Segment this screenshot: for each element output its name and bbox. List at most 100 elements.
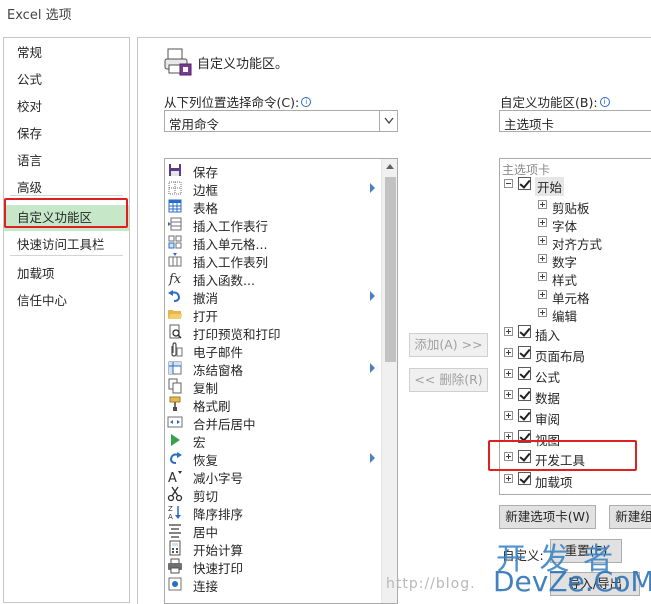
new-group-button[interactable]: 新建组 (609, 505, 651, 529)
tree-item-label: 加载项 (535, 475, 573, 490)
nav-separator (10, 255, 123, 256)
customize-ribbon-label: 自定义功能区(B): i (500, 92, 610, 111)
command-item[interactable]: 恢复 (165, 449, 380, 468)
svg-text:A: A (168, 471, 177, 484)
customize-ribbon-combo[interactable]: 主选项卡 (499, 110, 651, 132)
command-label: 合并后居中 (193, 417, 256, 432)
ribbon-tab-item[interactable]: 页面布局 (504, 345, 651, 364)
function-icon: fx (167, 270, 183, 287)
ribbon-tab-item[interactable]: 加载项 (504, 471, 651, 490)
checkbox-checked-icon[interactable] (518, 472, 531, 485)
ribbon-group-item[interactable]: 数字 (538, 251, 651, 270)
command-item[interactable]: A 减小字号 (165, 467, 380, 486)
commands-scrollbar[interactable] (381, 159, 397, 603)
expand-icon[interactable] (538, 272, 547, 281)
nav-item-1[interactable]: 公式 (4, 67, 129, 93)
expand-icon[interactable] (538, 218, 547, 227)
command-item[interactable]: 边框 (165, 179, 380, 198)
submenu-arrow-icon (370, 183, 375, 193)
expand-icon[interactable] (504, 390, 513, 399)
nav-item-3[interactable]: 保存 (4, 121, 129, 147)
format-painter-icon (167, 396, 183, 412)
decrease-font-icon: A (167, 468, 183, 486)
window-title: Excel 选项 (7, 8, 72, 23)
ribbon-tab-item[interactable]: 开始 (504, 176, 651, 196)
checkbox-checked-icon[interactable] (518, 409, 531, 422)
command-item[interactable]: 居中 (165, 521, 380, 540)
remove-button[interactable]: << 删除(R) (409, 368, 488, 392)
tree-item-label: 公式 (535, 370, 561, 385)
checkbox-checked-icon[interactable] (518, 325, 531, 338)
command-item[interactable]: 插入单元格... (165, 233, 380, 252)
collapse-icon[interactable] (504, 179, 513, 188)
expand-icon[interactable] (538, 236, 547, 245)
submenu-arrow-icon (370, 291, 375, 301)
checkbox-checked-icon[interactable] (518, 177, 531, 190)
expand-icon[interactable] (538, 290, 547, 299)
expand-icon[interactable] (504, 369, 513, 378)
expand-icon[interactable] (504, 411, 513, 420)
command-item[interactable]: 打开 (165, 305, 380, 324)
expand-icon[interactable] (504, 348, 513, 357)
command-item[interactable]: 剪切 (165, 485, 380, 504)
svg-text:fx: fx (168, 272, 182, 286)
command-item[interactable]: 电子邮件 (165, 341, 380, 360)
expand-icon[interactable] (538, 308, 547, 317)
ribbon-group-item[interactable]: 字体 (538, 215, 651, 234)
add-button[interactable]: 添加(A) >> (409, 333, 488, 357)
ribbon-tab-item[interactable]: 插入 (504, 324, 651, 343)
command-item[interactable]: 合并后居中 (165, 413, 380, 432)
command-item[interactable]: 开始计算 (165, 539, 380, 558)
command-item[interactable]: 复制 (165, 377, 380, 396)
command-item[interactable]: 表格 (165, 197, 380, 216)
nav-item-4[interactable]: 语言 (4, 148, 129, 174)
page-title: 自定义功能区。 (197, 57, 289, 72)
ribbon-group-item[interactable]: 剪贴板 (538, 197, 651, 216)
command-item[interactable]: 撤消 (165, 287, 380, 306)
chevron-down-icon[interactable] (379, 111, 397, 131)
ribbon-tab-item[interactable]: 数据 (504, 387, 651, 406)
nav-item-0[interactable]: 常规 (4, 40, 129, 66)
expand-icon[interactable] (504, 474, 513, 483)
command-item[interactable]: 保存 (165, 161, 380, 180)
command-item[interactable]: 格式刷 (165, 395, 380, 414)
command-label: 表格 (193, 201, 219, 216)
checkbox-checked-icon[interactable] (518, 346, 531, 359)
nav-item-2[interactable]: 校对 (4, 94, 129, 120)
command-label: 打开 (193, 309, 219, 324)
ribbon-group-item[interactable]: 编辑 (538, 305, 651, 324)
command-label: 插入函数... (193, 273, 255, 288)
ribbon-group-item[interactable]: 样式 (538, 269, 651, 288)
command-item[interactable]: 快速打印 (165, 557, 380, 576)
insert-cells-icon (167, 234, 183, 250)
command-item[interactable]: 插入工作表列 (165, 251, 380, 270)
expand-icon[interactable] (538, 254, 547, 263)
macro-play-icon (167, 432, 183, 448)
command-item[interactable]: 打印预览和打印 (165, 323, 380, 342)
nav-item-9[interactable]: 信任中心 (4, 288, 129, 314)
ribbon-group-item[interactable]: 对齐方式 (538, 233, 651, 252)
commands-list[interactable]: 连接 快速打印 开始计算 居中 Z A 降序排序 剪切 A 减小字号 恢复 宏合并后居中 格式刷 复制 冻结… (164, 158, 398, 604)
command-label: 恢复 (193, 453, 219, 468)
expand-icon[interactable] (504, 327, 513, 336)
choose-commands-label-text: 从下列位置选择命令(C): (164, 95, 300, 110)
scroll-thumb[interactable] (385, 177, 396, 362)
new-tab-button[interactable]: 新建选项卡(W) (499, 505, 596, 529)
expand-icon[interactable] (538, 200, 547, 209)
choose-commands-combo[interactable]: 常用命令 (164, 110, 398, 132)
ribbon-group-item[interactable]: 单元格 (538, 287, 651, 306)
command-item[interactable]: 宏 (165, 431, 380, 450)
command-item[interactable]: Z A 降序排序 (165, 503, 380, 522)
nav-separator (10, 195, 123, 196)
ribbon-tab-item[interactable]: 公式 (504, 366, 651, 385)
scroll-up-icon[interactable] (386, 164, 394, 169)
choose-commands-value: 常用命令 (169, 117, 220, 132)
command-item[interactable]: 插入工作表行 (165, 215, 380, 234)
command-item[interactable]: 连接 (165, 575, 380, 594)
command-item[interactable]: fx 插入函数... (165, 269, 380, 288)
command-item[interactable]: 冻结窗格 (165, 359, 380, 378)
ribbon-tab-item[interactable]: 审阅 (504, 408, 651, 427)
checkbox-checked-icon[interactable] (518, 367, 531, 380)
nav-item-8[interactable]: 加载项 (4, 261, 129, 287)
checkbox-checked-icon[interactable] (518, 388, 531, 401)
